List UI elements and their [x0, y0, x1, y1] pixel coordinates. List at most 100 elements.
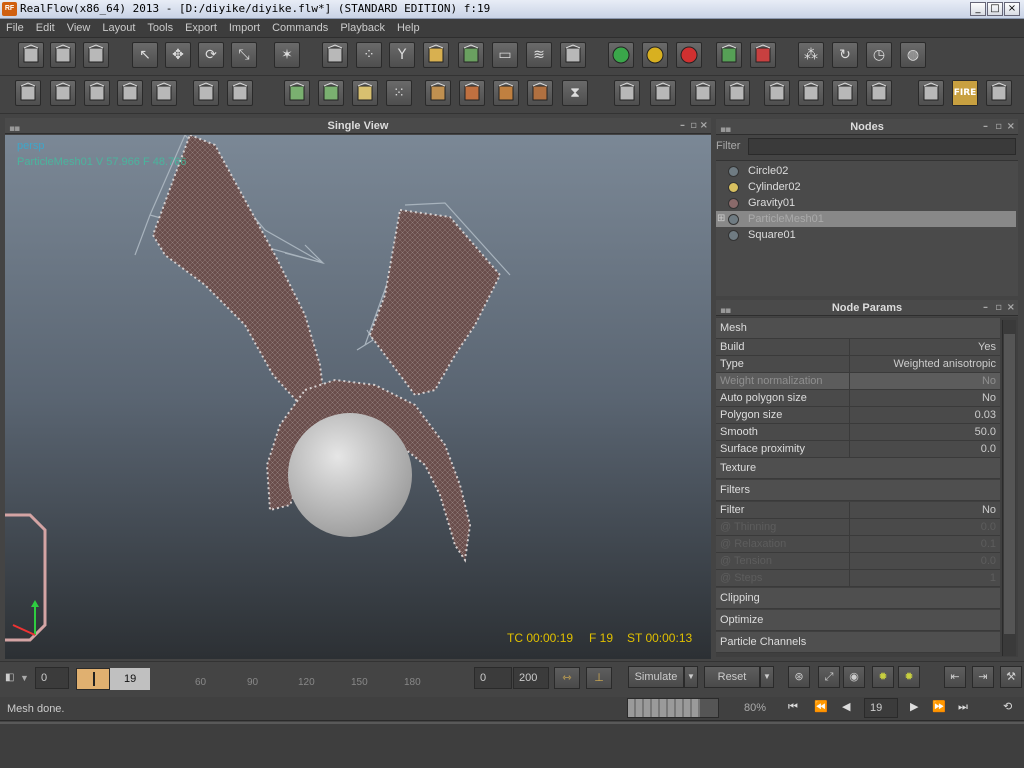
optimize-section-header[interactable]: Optimize — [716, 610, 1000, 631]
wrench-icon[interactable]: ⚒ — [1000, 666, 1022, 688]
filters-section-header[interactable]: Filters — [716, 480, 1000, 501]
param-value[interactable]: Weighted anisotropic — [893, 356, 996, 373]
node-item[interactable]: ⊞ ParticleMesh01 — [716, 211, 1016, 227]
loop-button[interactable]: ↻ — [832, 42, 858, 68]
timeline-dropdown-icon[interactable]: ▼ — [20, 668, 32, 688]
range-start-field[interactable]: 0 — [474, 667, 512, 689]
cube-frame-2-button[interactable] — [724, 80, 750, 106]
cube-open-button[interactable] — [193, 80, 219, 106]
go-to-end-icon[interactable]: ⏭ — [958, 700, 968, 714]
move-button[interactable]: ✥ — [165, 42, 191, 68]
maximize-button[interactable]: □ — [987, 2, 1003, 16]
import-left-icon[interactable]: ⇤ — [944, 666, 966, 688]
globe-button[interactable]: ◍ — [900, 42, 926, 68]
render-2-button[interactable] — [459, 80, 485, 106]
nodes-filter-input[interactable] — [748, 138, 1016, 155]
simulate-button[interactable]: Simulate — [628, 666, 684, 688]
menu-view[interactable]: View — [61, 19, 97, 38]
camera-button[interactable]: ▭ — [492, 42, 518, 68]
param-value[interactable]: 1 — [990, 570, 996, 587]
mesh-button[interactable] — [458, 42, 484, 68]
param-row[interactable]: Type Weighted anisotropic — [716, 356, 1000, 373]
panel-float-icon[interactable]: ▫ — [690, 118, 697, 134]
menu-file[interactable]: File — [0, 19, 30, 38]
param-row[interactable]: Smooth 50.0 — [716, 424, 1000, 441]
particles-button[interactable]: ⁘ — [356, 42, 382, 68]
fire-button[interactable]: FIRE — [952, 80, 978, 106]
gear-green-2-icon[interactable]: ✹ — [898, 666, 920, 688]
param-row[interactable]: Weight normalization No — [716, 373, 1000, 390]
emitter-button[interactable] — [322, 42, 348, 68]
cube-wire-1-button[interactable] — [614, 80, 640, 106]
panel-close-icon[interactable]: × — [1007, 119, 1015, 135]
close-button[interactable]: × — [1004, 2, 1020, 16]
green-dot-button[interactable] — [608, 42, 634, 68]
node-item[interactable]: Square01 — [716, 227, 1016, 243]
dots-button[interactable]: ⁙ — [386, 80, 412, 106]
select-arrow-button[interactable]: ↖ — [132, 42, 158, 68]
view-cube-2-button[interactable] — [798, 80, 824, 106]
scale-button[interactable]: ⤡ — [231, 42, 257, 68]
axis-button[interactable]: ✶ — [274, 42, 300, 68]
param-row[interactable]: Build Yes — [716, 339, 1000, 356]
menu-edit[interactable]: Edit — [30, 19, 61, 38]
param-row[interactable]: Auto polygon size No — [716, 390, 1000, 407]
view-cube-1-button[interactable] — [764, 80, 790, 106]
wave-button[interactable]: ≋ — [526, 42, 552, 68]
rotate-button[interactable]: ⟳ — [198, 42, 224, 68]
start-frame-field[interactable]: 0 — [35, 667, 69, 689]
timeline-mode-icon[interactable]: ◧ — [5, 668, 19, 688]
panel-close-icon[interactable]: × — [1007, 300, 1015, 316]
param-value[interactable]: 0.0 — [981, 519, 996, 536]
param-row[interactable]: @ Tension 0.0 — [716, 553, 1000, 570]
render-4-button[interactable] — [527, 80, 553, 106]
save-red-button[interactable] — [750, 42, 776, 68]
red-dot-button[interactable] — [676, 42, 702, 68]
gear-green-icon[interactable]: ✹ — [872, 666, 894, 688]
play-backward-icon[interactable]: ◀ — [842, 700, 850, 713]
param-row[interactable]: @ Thinning 0.0 — [716, 519, 1000, 536]
texture-section-header[interactable]: Texture — [716, 458, 1000, 479]
render-1-button[interactable] — [425, 80, 451, 106]
param-value[interactable]: No — [982, 373, 996, 390]
render-3-button[interactable] — [493, 80, 519, 106]
param-value[interactable]: 0.03 — [975, 407, 996, 424]
eye-icon[interactable]: ◉ — [843, 666, 865, 688]
range-end-field[interactable]: 200 — [513, 667, 549, 689]
step-back-icon[interactable]: ⏪ — [814, 700, 828, 713]
box-button[interactable] — [560, 42, 586, 68]
hourglass-button[interactable]: ⧗ — [562, 80, 588, 106]
mesh-section-header[interactable]: Mesh — [716, 318, 1000, 339]
expand-icon[interactable]: ⊞ — [717, 211, 725, 227]
menu-help[interactable]: Help — [391, 19, 426, 38]
yellow-dot-button[interactable] — [642, 42, 668, 68]
node-item[interactable]: Circle02 — [716, 163, 1016, 179]
layer-button[interactable] — [15, 80, 41, 106]
param-value[interactable]: 50.0 — [975, 424, 996, 441]
params-scrollbar-thumb[interactable] — [1004, 334, 1015, 634]
mesh-wire-button[interactable] — [318, 80, 344, 106]
param-row[interactable]: Filter No — [716, 502, 1000, 519]
fit-range-icon[interactable]: ⇿ — [554, 667, 580, 689]
panel-float-icon[interactable]: ▫ — [995, 119, 1002, 135]
node-item[interactable]: Gravity01 — [716, 195, 1016, 211]
add-layer-button[interactable] — [50, 80, 76, 106]
minimize-button[interactable]: _ — [970, 2, 986, 16]
render-settings-button[interactable] — [918, 80, 944, 106]
cube-frame-button[interactable] — [690, 80, 716, 106]
remove-layer-button[interactable] — [84, 80, 110, 106]
clipping-section-header[interactable]: Clipping — [716, 588, 1000, 609]
mesh-build-button[interactable] — [284, 80, 310, 106]
play-forward-icon[interactable]: ▶ — [910, 700, 918, 713]
view-cube-3-button[interactable] — [832, 80, 858, 106]
menu-layout[interactable]: Layout — [96, 19, 141, 38]
go-to-start-icon[interactable]: ⏮ — [788, 700, 798, 714]
mesh-param-button[interactable] — [352, 80, 378, 106]
node-item[interactable]: Cylinder02 — [716, 179, 1016, 195]
object-button[interactable] — [423, 42, 449, 68]
param-value[interactable]: Yes — [978, 339, 996, 356]
panel-minimize-icon[interactable]: – — [983, 300, 988, 316]
edit-curve-icon[interactable]: ⤢ — [818, 666, 840, 688]
new-file-button[interactable] — [18, 42, 44, 68]
image-button[interactable] — [986, 80, 1012, 106]
